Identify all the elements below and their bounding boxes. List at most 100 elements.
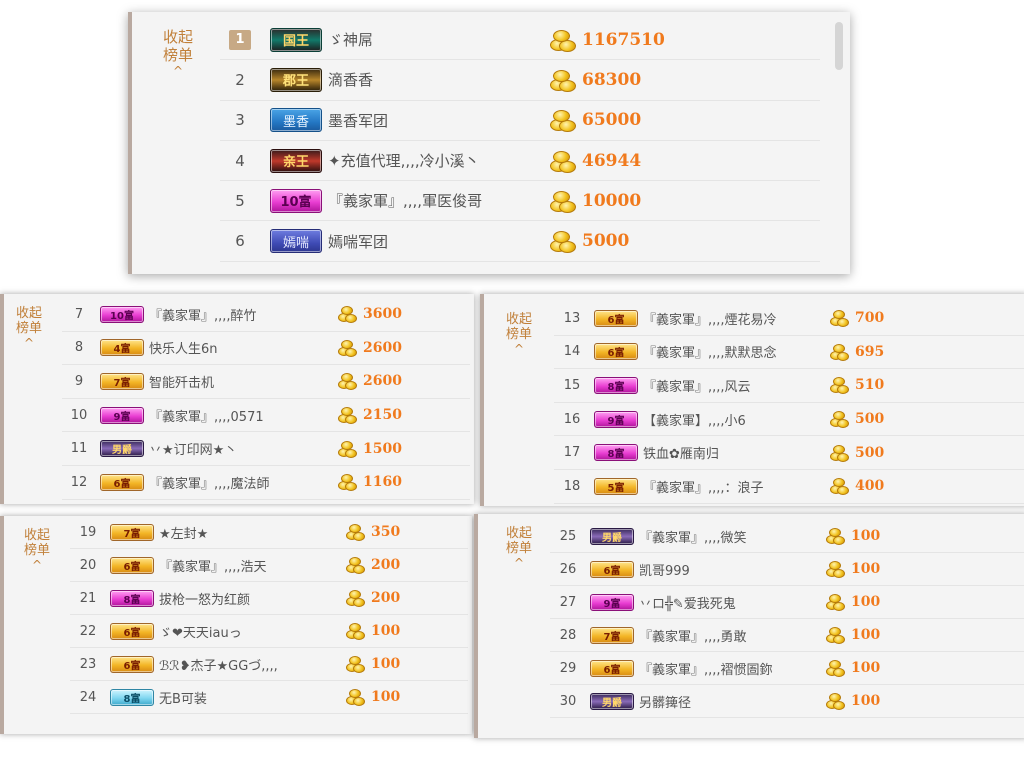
ranking-row[interactable]: 7 10富 『義家軍』,,,,醉竹 3600 [62,298,470,332]
collapse-ranking-button[interactable]: 收起 榜单 ^ [502,526,536,570]
ranking-row[interactable]: 26 6富 凯哥999 100 [550,553,1024,586]
ranking-row[interactable]: 25 男爵 『義家軍』,,,,微笑 100 [550,520,1024,553]
user-name[interactable]: ★左封★ [159,523,345,542]
user-name[interactable]: 丷ロ╬✎爱我死鬼 [639,593,825,612]
collapse-ranking-button[interactable]: 收起 榜单 ^ [160,28,196,78]
coin-amount: 10000 [582,190,642,211]
ranking-panel-top: 收起 榜单 ^ 1 国王 ゞ神屌 1167510 2 郡王 滴香香 68300 3 墨香 墨香军团 6… [128,12,850,274]
gold-coins-icon [829,477,851,496]
ranking-row[interactable]: 5 10富 『義家軍』,,,,軍医俊哥 10000 [220,181,820,222]
coin-amount: 100 [371,656,401,672]
collapse-ranking-button[interactable]: 收起 榜单 ^ [12,306,46,350]
ranking-row[interactable]: 30 男爵 另髒篺径 100 [550,685,1024,718]
ranking-list: 19 7富 ★左封★ 350 20 6富 『義家軍』,,,,浩天 200 21 8富 拔枪一怒为红颜… [70,516,468,716]
gold-coins-icon [825,527,847,545]
ranking-row[interactable]: 23 6富 ℬℛ❥杰子★GGづ,,,, 100 [70,648,468,681]
user-name[interactable]: 『義家軍』,,,,煙花易冷 [643,309,829,328]
user-name[interactable]: 拔枪一怒为红颜 [159,589,345,608]
rank-number-text: 18 [563,478,581,494]
collapse-label-line1: 收起 [162,28,193,46]
ranking-row[interactable]: 6 嫣喘 嫣喘军团 5000 [220,222,820,262]
coin-amount: 500 [855,444,885,461]
ranking-row[interactable]: 14 6富 『義家軍』,,,,默默思念 695 [554,336,1024,370]
user-name[interactable]: 『義家軍』,,,,风云 [643,376,829,395]
user-name[interactable]: 智能歼击机 [149,372,337,391]
user-name[interactable]: 无B可装 [159,688,345,707]
ranking-row[interactable]: 20 6富 『義家軍』,,,,浩天 200 [70,549,468,582]
user-name[interactable]: 铁血✿雁南归 [643,443,829,462]
rank-number: 19 [70,525,106,540]
user-name[interactable]: 『義家軍』,,,,浩天 [159,556,345,575]
ranking-row[interactable]: 28 7富 『義家軍』,,,,勇敢 100 [550,619,1024,652]
user-name[interactable]: 【義家軍】,,,,小6 [643,410,829,429]
user-name[interactable]: 『義家軍』,,,,0571 [149,406,337,425]
user-name[interactable]: 『義家軍』,,,,褶惯圄鉨 [639,659,825,678]
user-name[interactable]: 快乐人生6n [149,338,337,357]
rank-number-text: 2 [235,70,245,89]
gold-coins-icon [337,440,359,458]
rank-number-text: 1 [229,30,251,51]
ranking-row[interactable]: 22 6富 ゞ❤天天iauっ 100 [70,615,468,648]
ranking-row[interactable]: 21 8富 拔枪一怒为红颜 200 [70,582,468,615]
collapse-label-line1: 收起 [23,528,50,543]
ranking-row[interactable]: 27 9富 丷ロ╬✎爱我死鬼 100 [550,586,1024,619]
ranking-panel-7-12: 收起 榜单 ^ 7 10富 『義家軍』,,,,醉竹 3600 8 4富 快乐人生6n 2600… [0,294,474,504]
ranking-row[interactable]: 9 7富 智能歼击机 2600 [62,365,470,399]
user-name[interactable]: 『義家軍』,,,,：浪子 [643,477,829,496]
rank-number: 29 [550,661,586,676]
ranking-row[interactable]: 12 6富 『義家軍』,,,,魔法師 1160 [62,466,470,500]
rank-number-text: 17 [563,445,581,461]
ranking-row[interactable]: 1 国王 ゞ神屌 1167510 [220,20,820,61]
ranking-row[interactable]: 17 8富 铁血✿雁南归 500 [554,436,1024,470]
gold-coins-icon [829,376,851,395]
level-badge: 9富 [594,410,638,428]
rank-number: 12 [62,475,96,490]
user-name[interactable]: ✦充值代理,,,,冷小溪丶 [328,150,548,171]
ranking-row[interactable]: 8 4富 快乐人生6n 2600 [62,332,470,366]
rank-number-text: 30 [559,693,577,709]
user-name[interactable]: 『義家軍』,,,,微笑 [639,527,825,546]
user-name[interactable]: 另髒篺径 [639,692,825,711]
coin-amount: 695 [855,343,885,360]
user-name[interactable]: 『義家軍』,,,,軍医俊哥 [328,190,548,211]
ranking-row[interactable]: 15 8富 『義家軍』,,,,风云 510 [554,369,1024,403]
user-name[interactable]: ゞ❤天天iauっ [159,622,345,641]
user-name[interactable]: 凯哥999 [639,560,825,579]
ranking-row[interactable]: 2 郡王 滴香香 68300 [220,60,820,101]
gold-coins-icon [345,688,367,706]
rank-number: 15 [554,378,590,393]
ranking-row[interactable]: 18 5富 『義家軍』,,,,：浪子 400 [554,470,1024,504]
user-name[interactable]: 丷★订印网★丶 [149,439,337,458]
user-name[interactable]: 『義家軍』,,,,默默思念 [643,342,829,361]
scrollbar[interactable] [835,22,843,70]
user-name[interactable]: 嫣喘军团 [328,231,548,252]
rank-number: 24 [70,690,106,705]
ranking-row[interactable]: 13 6富 『義家軍』,,,,煙花易冷 700 [554,302,1024,336]
user-name[interactable]: 滴香香 [328,69,548,90]
ranking-row[interactable]: 4 亲王 ✦充值代理,,,,冷小溪丶 46944 [220,141,820,182]
ranking-row[interactable]: 3 墨香 墨香军团 65000 [220,101,820,141]
level-badge: 5富 [594,477,638,495]
ranking-row[interactable]: 29 6富 『義家軍』,,,,褶惯圄鉨 100 [550,652,1024,685]
ranking-row[interactable]: 24 8富 无B可装 100 [70,681,468,714]
collapse-ranking-button[interactable]: 收起 榜单 ^ [502,312,536,356]
user-name[interactable]: ℬℛ❥杰子★GGづ,,,, [159,655,345,674]
collapse-ranking-button[interactable]: 收起 榜单 ^ [20,528,54,572]
ranking-row[interactable]: 10 9富 『義家軍』,,,,0571 2150 [62,399,470,433]
user-name[interactable]: 墨香军团 [328,110,548,131]
user-name[interactable]: 『義家軍』,,,,魔法師 [149,473,337,492]
user-name[interactable]: 『義家軍』,,,,勇敢 [639,626,825,645]
gold-coins-icon [825,560,847,578]
coin-amount: 510 [855,377,885,394]
rank-number-text: 23 [79,656,97,672]
user-name[interactable]: ゞ神屌 [328,29,548,50]
user-name[interactable]: 『義家軍』,,,,醉竹 [149,305,337,324]
coin-amount: 5000 [582,231,630,252]
ranking-row[interactable]: 19 7富 ★左封★ 350 [70,516,468,549]
collapse-label-line1: 收起 [505,526,532,541]
ranking-row[interactable]: 16 9富 【義家軍】,,,,小6 500 [554,403,1024,437]
rank-number-text: 15 [563,377,581,393]
level-badge: 嫣喘 [270,229,322,254]
ranking-row[interactable]: 11 男爵 丷★订印网★丶 1500 [62,432,470,466]
level-badge: 6富 [590,560,634,578]
